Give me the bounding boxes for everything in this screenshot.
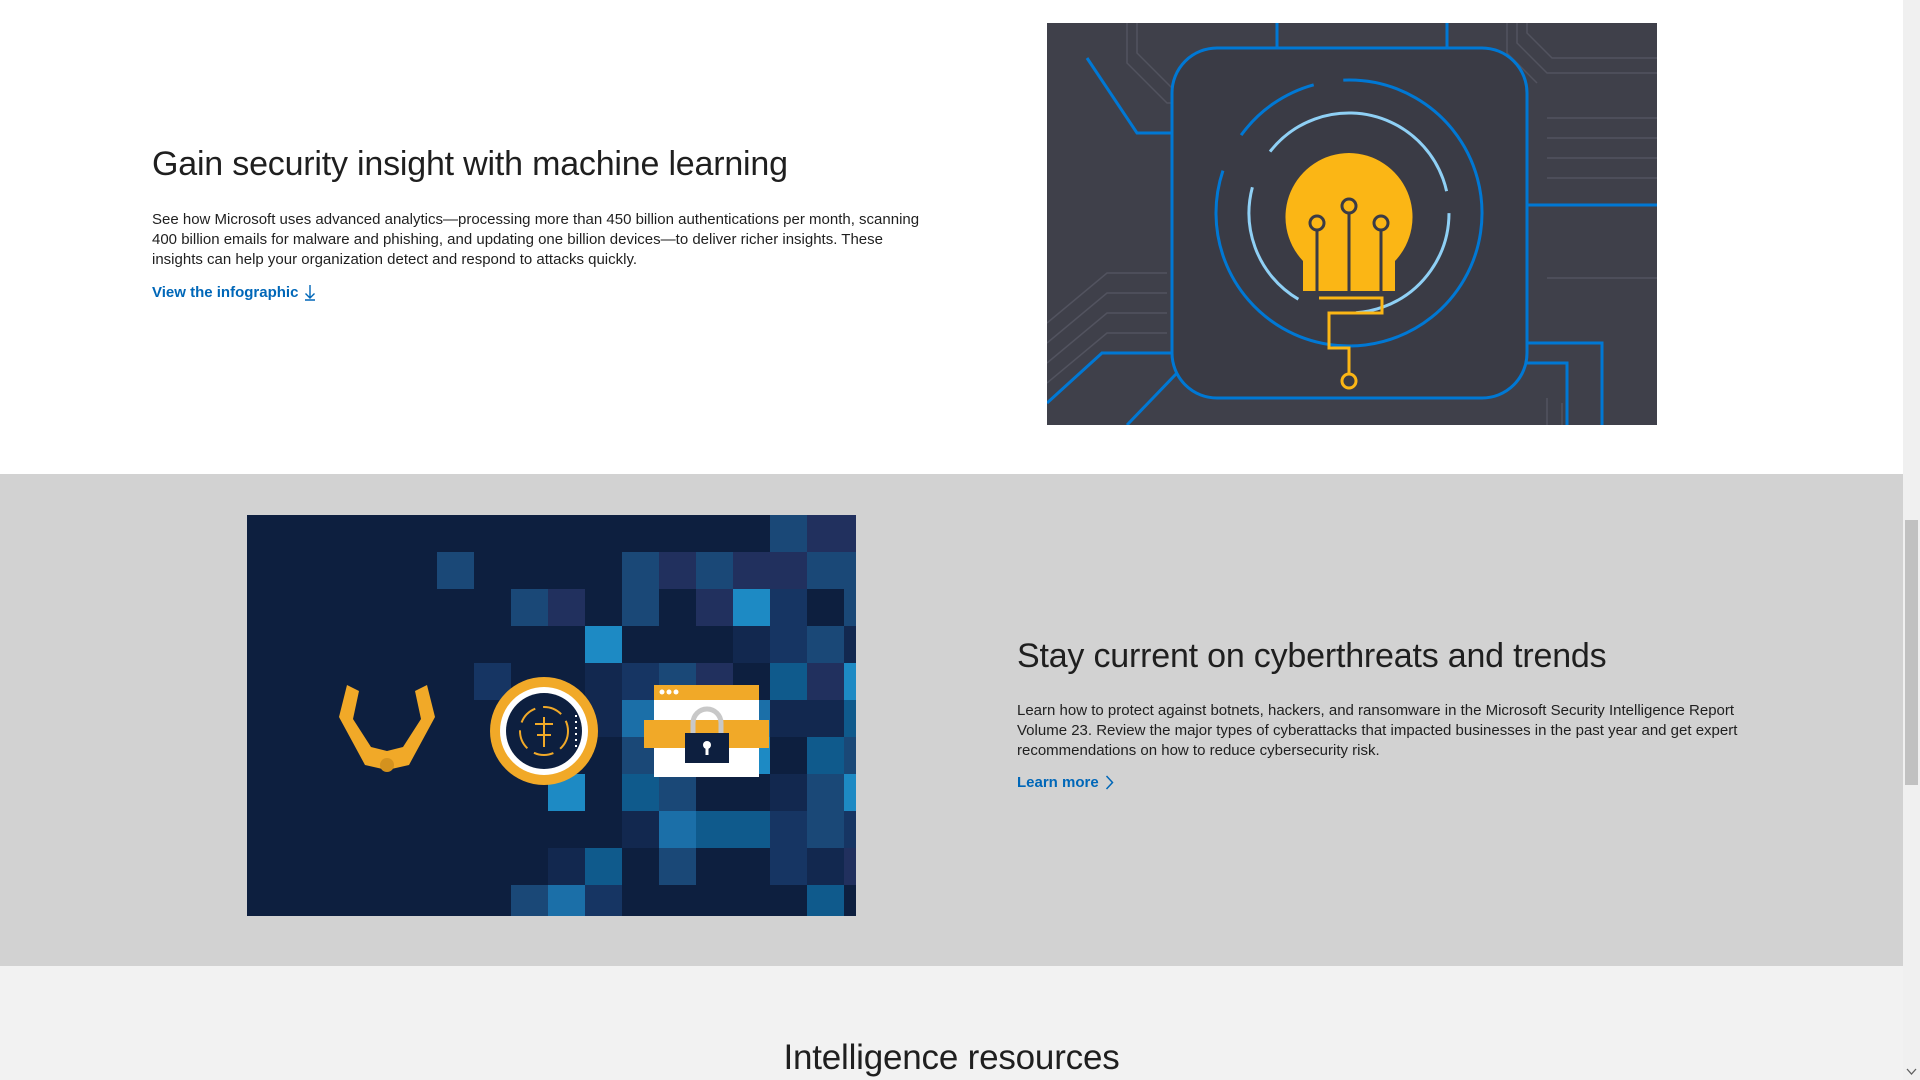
- section-body: See how Microsoft uses advanced analytic…: [152, 211, 920, 268]
- intelligence-resources-section: Intelligence resources: [0, 966, 1903, 1080]
- chevron-right-icon: [1105, 775, 1114, 790]
- section-body: Learn how to protect against botnets, ha…: [1017, 702, 1738, 759]
- page: Gain security insight with machine learn…: [0, 0, 1903, 1080]
- section-title: Stay current on cyberthreats and trends: [1017, 637, 1607, 675]
- lightbulb-circuit-illustration: [1047, 23, 1657, 425]
- view-infographic-link[interactable]: View the infographic: [152, 284, 316, 301]
- link-label: Learn more: [1017, 774, 1099, 791]
- section-title: Intelligence resources: [783, 1038, 1120, 1077]
- scrollbar-thumb[interactable]: [1905, 520, 1918, 785]
- vertical-scrollbar[interactable]: [1903, 0, 1920, 1080]
- security-icons-illustration: [247, 515, 856, 916]
- scroll-down-arrow-icon[interactable]: [1906, 1067, 1917, 1076]
- learn-more-link[interactable]: Learn more: [1017, 774, 1114, 791]
- download-arrow-icon: [305, 285, 316, 301]
- link-label: View the infographic: [152, 284, 299, 301]
- section-title: Gain security insight with machine learn…: [152, 145, 788, 183]
- machine-learning-section: Gain security insight with machine learn…: [0, 0, 1903, 474]
- cyberthreats-section: Stay current on cyberthreats and trends …: [0, 474, 1903, 966]
- target-icon: [490, 677, 598, 785]
- lock-window-icon: [644, 685, 769, 777]
